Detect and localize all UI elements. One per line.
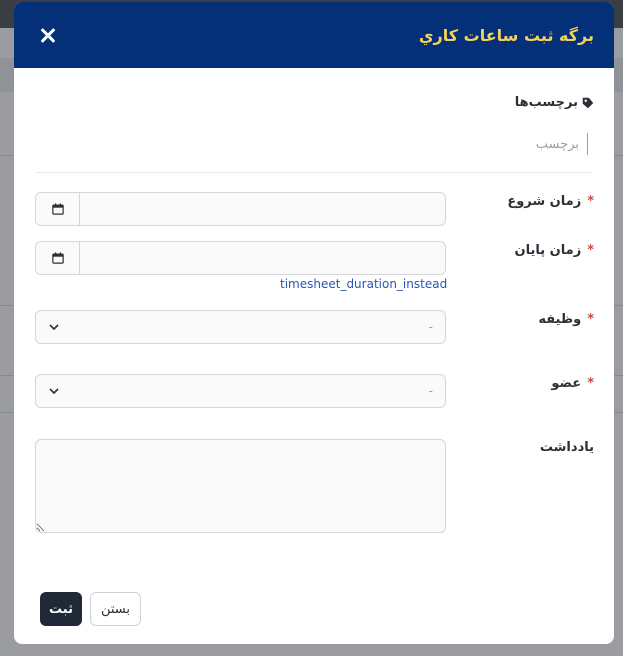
chevron-down-icon — [49, 324, 59, 331]
start-time-calendar-button[interactable] — [36, 193, 80, 225]
text-caret — [587, 133, 588, 155]
start-time-field[interactable] — [80, 193, 445, 225]
note-textarea[interactable] — [35, 439, 446, 533]
tag-icon — [582, 97, 594, 108]
end-time-input — [35, 241, 446, 275]
end-time-label: * زمان پايان — [514, 243, 594, 258]
end-time-calendar-button[interactable] — [36, 242, 80, 274]
duration-instead-link[interactable]: timesheet_duration_instead — [280, 277, 447, 291]
close-button[interactable]: بستن — [90, 592, 141, 626]
modal-title: برگه ثبت ساعات كاري — [418, 25, 594, 45]
calendar-icon — [51, 203, 64, 215]
task-select[interactable]: - — [35, 310, 446, 344]
calendar-icon — [51, 252, 64, 264]
tags-placeholder: برچسب — [535, 136, 579, 152]
start-time-label: * زمان شروع — [507, 194, 594, 209]
tags-input[interactable]: برچسب — [536, 132, 588, 156]
end-time-field[interactable] — [80, 242, 445, 274]
tags-label: برچسب‌ها — [515, 95, 594, 110]
member-label: * عضو — [551, 376, 594, 391]
section-divider — [36, 172, 592, 173]
close-icon[interactable] — [38, 25, 58, 45]
modal-header: برگه ثبت ساعات كاري — [14, 2, 614, 68]
timesheet-modal: برگه ثبت ساعات كاري برچسب‌ها برچسب * زما… — [14, 2, 614, 644]
task-select-value: - — [428, 320, 433, 334]
member-select-value: - — [428, 384, 433, 398]
task-label: * وظيفه — [538, 312, 594, 327]
note-label: يادداشت — [539, 440, 594, 455]
start-time-input — [35, 192, 446, 226]
submit-button[interactable]: ثبت — [40, 592, 82, 626]
member-select[interactable]: - — [35, 374, 446, 408]
chevron-down-icon — [49, 388, 59, 395]
